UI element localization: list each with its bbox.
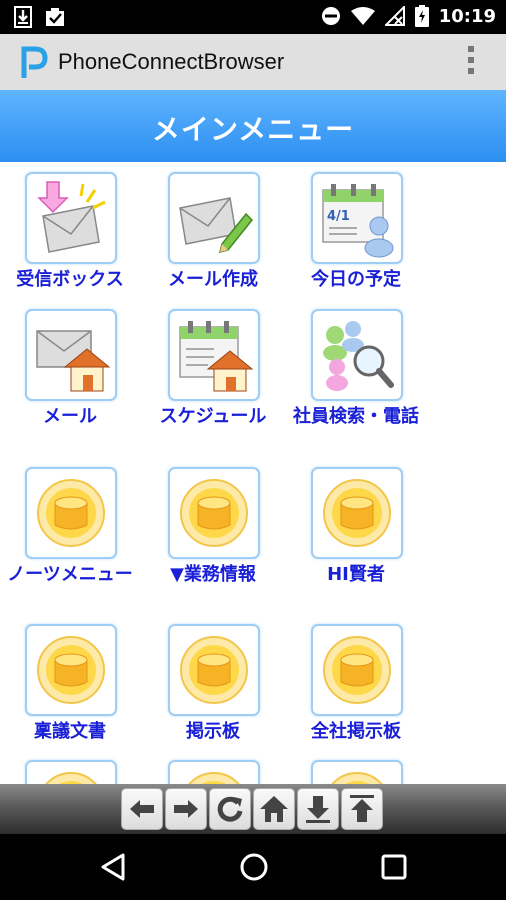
menu-item-mail[interactable]: メール — [0, 309, 140, 454]
menu-item-label: 社員検索・電話 — [293, 406, 419, 427]
menu-item-partial[interactable] — [0, 760, 140, 784]
menu-item-partial[interactable] — [286, 760, 426, 784]
reload-icon — [217, 796, 243, 822]
app-bar: PhoneConnectBrowser — [0, 34, 506, 90]
employee-search-icon — [311, 309, 403, 401]
menu-item-label: ▼業務情報 — [170, 564, 256, 585]
page-header: メインメニュー — [0, 90, 506, 162]
signal-icon — [384, 6, 405, 26]
menu-item-label: 受信ボックス — [16, 269, 124, 290]
menu-item-hi-kenja[interactable]: HI賢者 — [286, 467, 426, 617]
status-bar: 10:19 — [0, 0, 506, 34]
database-icon — [168, 624, 260, 716]
app-title: PhoneConnectBrowser — [58, 49, 285, 74]
menu-item-inbox[interactable]: 受信ボックス — [0, 172, 140, 297]
inbox-icon — [25, 172, 117, 264]
menu-item-label: 今日の予定 — [311, 269, 401, 290]
menu-item-bulletin-board[interactable]: 掲示板 — [143, 624, 283, 754]
wifi-icon — [350, 7, 375, 25]
navigation-bar — [0, 834, 506, 900]
app-logo-icon — [21, 46, 48, 78]
database-icon — [25, 467, 117, 559]
menu-item-label: 稟議文書 — [34, 721, 106, 742]
menu-item-label: メール作成 — [168, 269, 258, 290]
menu-item-business-info[interactable]: ▼業務情報 — [143, 467, 283, 617]
today-schedule-icon: 4/1 — [311, 172, 403, 264]
database-icon — [168, 467, 260, 559]
page-title: メインメニュー — [151, 113, 355, 146]
menu-item-label: 全社掲示板 — [311, 721, 401, 742]
menu-item-schedule[interactable]: スケジュール — [143, 309, 283, 454]
menu-item-label: HI賢者 — [327, 564, 385, 585]
mail-home-icon — [25, 309, 117, 401]
menu-item-compose[interactable]: メール作成 — [143, 172, 283, 297]
menu-item-label: 掲示板 — [186, 721, 240, 742]
nav-home-icon[interactable] — [238, 851, 270, 883]
back-button[interactable] — [121, 788, 163, 830]
scroll-top-button[interactable] — [341, 788, 383, 830]
forward-icon — [174, 800, 198, 818]
menu-item-partial[interactable] — [143, 760, 283, 784]
menu-item-label: スケジュール — [159, 406, 267, 427]
menu-item-company-bulletin[interactable]: 全社掲示板 — [286, 624, 426, 754]
nav-recents-icon[interactable] — [380, 853, 408, 881]
database-icon — [25, 624, 117, 716]
compose-mail-icon — [168, 172, 260, 264]
menu-item-ringi-docs[interactable]: 稟議文書 — [0, 624, 140, 754]
download-notification-icon — [14, 6, 32, 28]
database-icon — [168, 760, 260, 784]
database-icon — [311, 624, 403, 716]
menu-item-notes-menu[interactable]: ノーツメニュー — [0, 467, 140, 617]
do-not-disturb-icon — [321, 7, 340, 25]
database-icon — [311, 760, 403, 784]
reload-button[interactable] — [209, 788, 251, 830]
menu-item-employee-search[interactable]: 社員検索・電話 — [286, 309, 426, 454]
overflow-menu-icon[interactable] — [468, 46, 476, 78]
menu-grid: 受信ボックス メール作成 4/1 今日の予定 メール スケジュール 社員検索・電… — [0, 162, 506, 784]
browser-toolbar — [0, 784, 506, 834]
scroll-bottom-button[interactable] — [297, 788, 339, 830]
download-icon — [306, 796, 330, 823]
scroll-top-icon — [350, 795, 374, 822]
home-icon — [260, 796, 288, 822]
clock-time: 10:19 — [438, 5, 496, 27]
menu-item-today-schedule[interactable]: 4/1 今日の予定 — [286, 172, 426, 297]
forward-button[interactable] — [165, 788, 207, 830]
menu-item-label: メール — [43, 406, 97, 427]
back-icon — [130, 800, 154, 818]
clipboard-check-icon — [46, 8, 64, 26]
database-icon — [311, 467, 403, 559]
svg-text:4/1: 4/1 — [327, 209, 350, 224]
menu-item-label: ノーツメニュー — [7, 564, 133, 585]
home-button[interactable] — [253, 788, 295, 830]
nav-back-icon[interactable] — [99, 852, 127, 882]
schedule-home-icon — [168, 309, 260, 401]
database-icon — [25, 760, 117, 784]
battery-charging-icon — [414, 5, 429, 27]
